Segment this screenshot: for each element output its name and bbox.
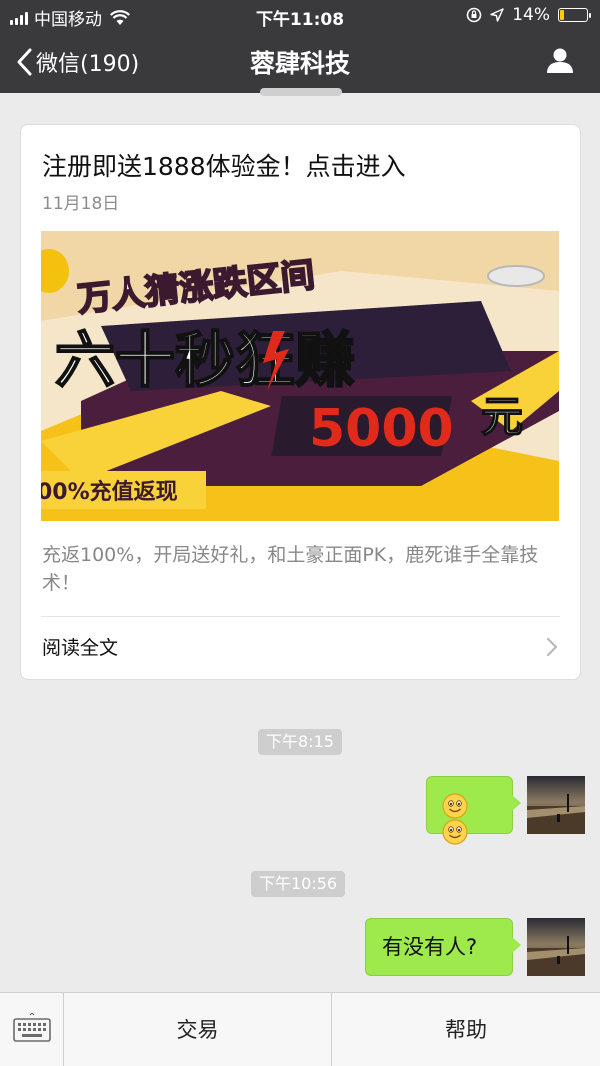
user-avatar[interactable] xyxy=(527,776,585,834)
smile-emoji-icon xyxy=(442,793,468,819)
status-bar: 中国移动 下午11:08 14% xyxy=(0,0,600,30)
article-title: 注册即送1888体验金！点击进入 xyxy=(42,152,406,181)
chat-title: 蓉肆科技 xyxy=(249,49,350,78)
text-message-bubble[interactable]: 有没有人? xyxy=(365,918,521,976)
battery-level xyxy=(560,10,564,20)
keyboard-toggle-button[interactable] xyxy=(0,993,64,1066)
banner-line2: 六十秒狂赚 xyxy=(55,326,355,396)
smile-emoji-icon xyxy=(442,819,468,845)
banner-badge: 00%充值返现 xyxy=(41,479,178,505)
article-banner-image[interactable]: 万人猜涨跌区间 六十秒狂赚 5000 元 00%充值返现 xyxy=(41,231,559,521)
article-description: 充返100%，开局送好礼，和土豪正面PK，鹿死谁手全靠技术！ xyxy=(42,544,539,594)
card-divider xyxy=(41,616,560,617)
banner-amount: 5000 xyxy=(309,399,454,459)
article-date: 11月18日 xyxy=(42,194,120,214)
user-avatar[interactable] xyxy=(527,918,585,976)
status-right: 14% xyxy=(466,5,591,25)
nav-bar: 微信(190) 蓉肆科技 xyxy=(0,30,600,93)
read-more-link[interactable]: 阅读全文 xyxy=(42,633,118,660)
previous-timestamp-edge xyxy=(260,88,342,96)
battery-percentage: 14% xyxy=(512,5,550,25)
chevron-right-icon[interactable] xyxy=(546,637,558,657)
location-icon xyxy=(490,8,504,22)
keyboard-icon xyxy=(13,1013,51,1042)
emoji-message-bubble[interactable] xyxy=(426,776,521,845)
profile-icon[interactable] xyxy=(546,46,574,74)
message-timestamp: 下午10:56 xyxy=(251,871,346,897)
battery-icon xyxy=(558,8,591,22)
message-timestamp: 下午8:15 xyxy=(258,729,342,755)
menu-item-trade[interactable]: 交易 xyxy=(64,993,331,1066)
message-text: 有没有人? xyxy=(382,935,478,959)
bottom-menu-bar: 交易 帮助 xyxy=(0,992,600,1066)
banner-unit: 元 xyxy=(481,392,523,441)
lock-rotation-icon xyxy=(466,7,482,23)
menu-item-help[interactable]: 帮助 xyxy=(332,993,600,1066)
article-card[interactable]: 注册即送1888体验金！点击进入 11月18日 万人猜涨跌区间 六十秒狂赚 50… xyxy=(20,124,581,680)
